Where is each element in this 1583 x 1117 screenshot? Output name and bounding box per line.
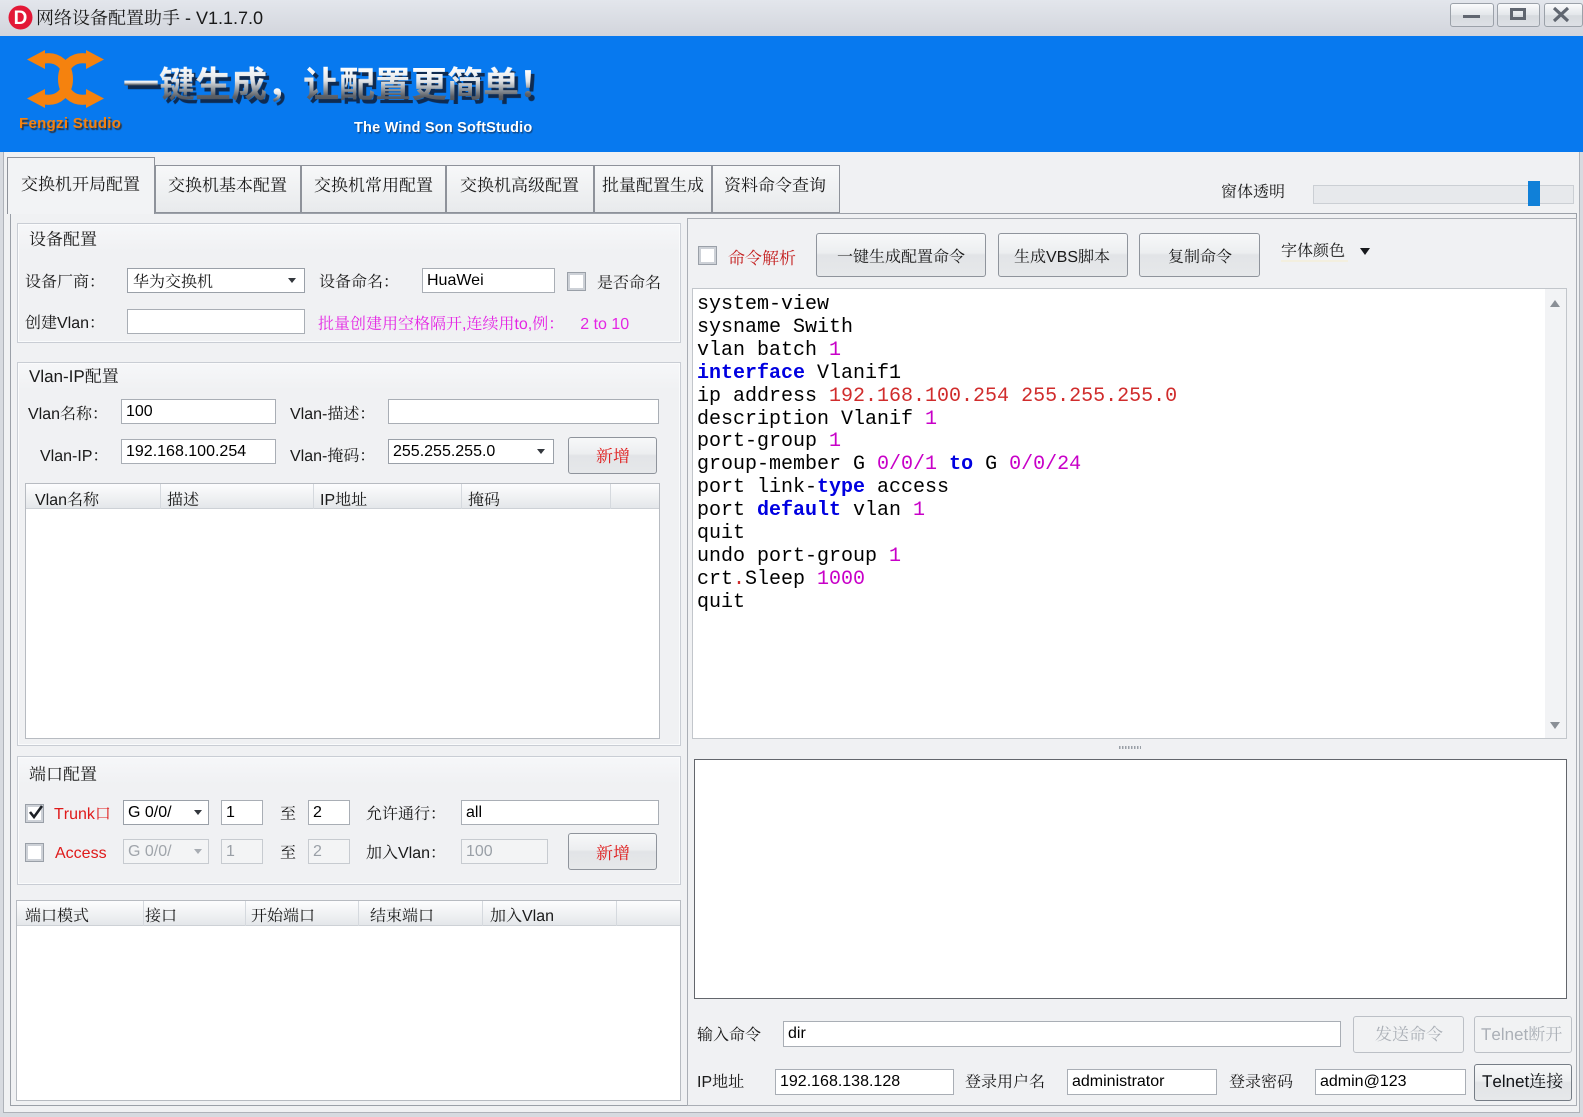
svg-text:D: D bbox=[14, 8, 28, 29]
